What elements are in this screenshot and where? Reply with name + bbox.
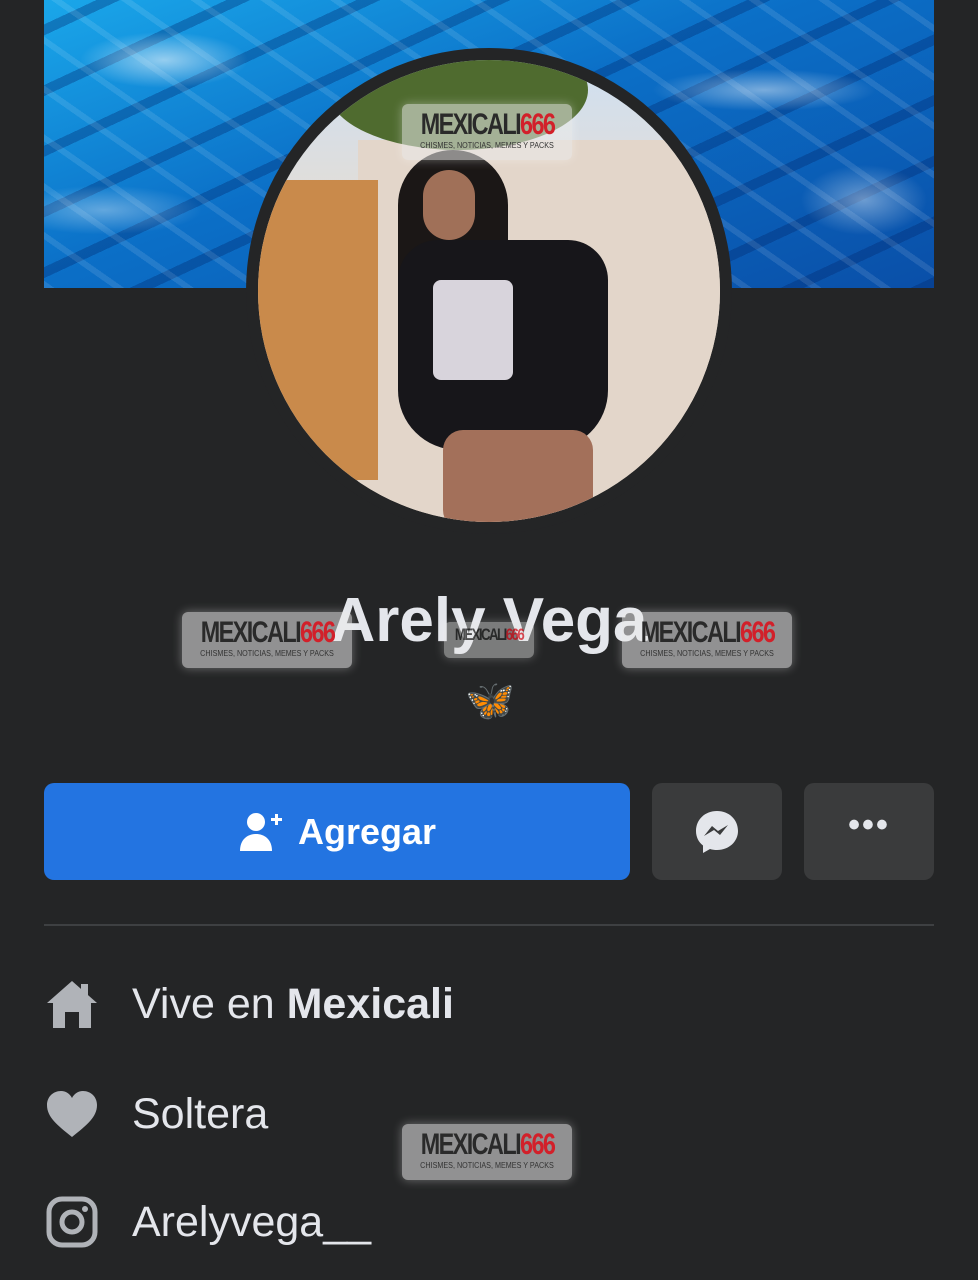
section-divider (44, 924, 934, 926)
avatar-person-face (423, 170, 475, 240)
location-prefix: Vive en (132, 979, 287, 1028)
butterfly-icon: 🦋 (465, 679, 515, 723)
add-friend-label: Agregar (297, 810, 437, 852)
more-options-icon: ••• (848, 805, 890, 844)
watermark-logo: MEXICALI666 CHISMES, NOTICIAS, MEMES Y P… (182, 612, 352, 668)
avatar-shirt-print (433, 280, 513, 380)
info-row-relationship: Soltera (44, 1084, 268, 1144)
instagram-handle[interactable]: Arelyvega__ (132, 1198, 371, 1247)
info-row-location: Vive en Mexicali (44, 974, 454, 1034)
avatar-person-legs (443, 430, 593, 522)
watermark-logo: MEXICALI666 CHISMES, NOTICIAS, MEMES Y P… (402, 1124, 572, 1180)
watermark-logo: MEXICALI666 CHISMES, NOTICIAS, MEMES Y P… (622, 612, 792, 668)
heart-icon (47, 1091, 97, 1137)
add-friend-button[interactable]: Agregar (44, 783, 630, 880)
watermark-logo: MEXICALI666 CHISMES, NOTICIAS, MEMES Y P… (402, 104, 572, 160)
messenger-icon (696, 810, 738, 853)
watermark-logo: MEXICALI666 (444, 622, 534, 658)
info-row-instagram[interactable]: Arelyvega__ (44, 1192, 371, 1252)
relationship-status: Soltera (132, 1089, 269, 1138)
location-value[interactable]: Mexicali (287, 980, 454, 1028)
avatar-background-building (258, 180, 378, 480)
home-icon (47, 981, 97, 1028)
message-button[interactable] (652, 783, 782, 880)
instagram-icon (46, 1196, 98, 1248)
add-friend-icon (239, 812, 282, 851)
more-options-button[interactable]: ••• (804, 783, 934, 880)
